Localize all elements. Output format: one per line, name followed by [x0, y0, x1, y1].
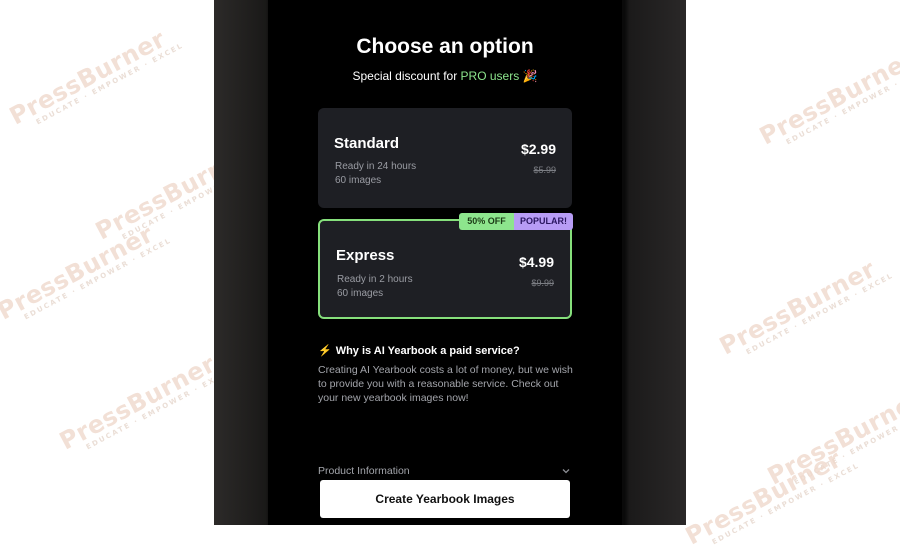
page-subtitle: Special discount for PRO users 🎉 — [352, 69, 538, 83]
plan-price: $4.99 — [518, 254, 554, 270]
plan-image-count: 60 images — [335, 175, 382, 186]
faq-question: ⚡ Why is AI Yearbook a paid service? — [318, 345, 520, 357]
discount-badge: 50% OFF — [459, 213, 514, 230]
faq-answer: Creating AI Yearbook costs a lot of mone… — [318, 364, 573, 404]
watermark: PressBurnerEDUCATE · EMPOWER · EXCEL — [754, 44, 900, 151]
lightning-icon: ⚡ — [318, 345, 332, 357]
party-popper-icon: 🎉 — [522, 69, 538, 83]
plan-name: Express — [336, 247, 395, 264]
plan-details: Ready in 2 hours 60 images — [337, 273, 413, 301]
plan-old-price: $9.99 — [531, 278, 554, 288]
watermark: PressBurnerEDUCATE · EMPOWER · EXCEL — [0, 219, 174, 326]
plan-price: $2.99 — [520, 141, 556, 157]
popular-badge: POPULAR! — [514, 213, 573, 230]
watermark: PressBurnerEDUCATE · EMPOWER · EXCEL — [4, 24, 186, 131]
plan-details: Ready in 24 hours 60 images — [335, 160, 416, 188]
plan-option-standard[interactable]: Standard Ready in 24 hours 60 images $2.… — [318, 108, 572, 208]
pro-users-highlight: PRO users — [460, 69, 520, 83]
watermark: PressBurnerEDUCATE · EMPOWER · EXCEL — [54, 349, 236, 456]
product-information-toggle[interactable]: Product Information — [318, 465, 410, 477]
plan-image-count: 60 images — [337, 288, 384, 299]
plan-ready-time: Ready in 24 hours — [335, 161, 417, 172]
plan-ready-time: Ready in 2 hours — [337, 274, 413, 285]
chevron-down-icon[interactable] — [561, 466, 571, 476]
watermark: PressBurnerEDUCATE · EMPOWER · EXCEL — [714, 254, 896, 361]
plan-name: Standard — [334, 135, 400, 152]
plan-option-express[interactable]: Express Ready in 2 hours 60 images $4.99… — [318, 219, 572, 319]
plan-old-price: $5.99 — [533, 165, 556, 175]
create-yearbook-images-button[interactable]: Create Yearbook Images — [320, 480, 570, 518]
page-title: Choose an option — [356, 35, 534, 58]
watermark: PressBurnerEDUCATE · EMPOWER · EXCEL — [680, 444, 862, 551]
